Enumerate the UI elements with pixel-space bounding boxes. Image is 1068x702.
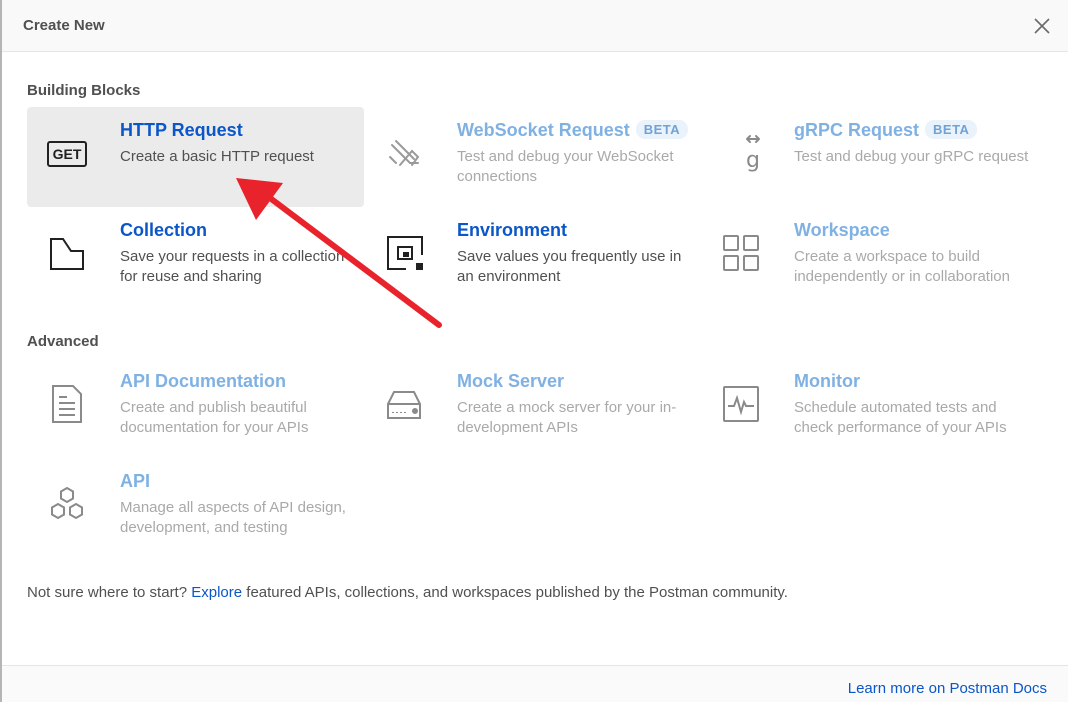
footer-suffix: featured APIs, collections, and workspac…: [242, 584, 788, 601]
tile-description: Manage all aspects of API design, develo…: [120, 499, 346, 536]
tile-title: HTTP Request: [120, 120, 243, 140]
tile-title: Monitor: [794, 371, 860, 391]
tile-mock-server[interactable]: Mock Server Create a mock server for you…: [364, 358, 701, 458]
dialog-footer: Learn more on Postman Docs: [2, 665, 1068, 702]
tile-description: Create and publish beautiful documentati…: [120, 399, 309, 436]
tile-monitor[interactable]: Monitor Schedule automated tests and che…: [701, 358, 1038, 458]
tile-grpc-request[interactable]: g gRPC Request BETA Test and debug your g…: [701, 107, 1038, 207]
footer-note: Not sure where to start? Explore feature…: [27, 584, 788, 601]
beta-badge: BETA: [635, 120, 689, 139]
tile-environment[interactable]: Environment Save values you frequently u…: [364, 207, 701, 307]
websocket-icon: [382, 131, 426, 175]
tile-title: API Documentation: [120, 371, 287, 391]
tile-title: API: [120, 471, 151, 491]
close-icon: [1034, 18, 1050, 34]
api-hexagons-icon: [45, 482, 89, 526]
workspace-icon: [719, 231, 763, 275]
document-icon: [45, 382, 89, 426]
environment-icon: [382, 231, 426, 275]
postman-docs-link[interactable]: Learn more on Postman Docs: [848, 680, 1047, 697]
dialog-header: Create New: [2, 0, 1068, 52]
section-building-blocks: Building Blocks: [27, 82, 141, 99]
collection-icon: [45, 231, 89, 275]
tile-api[interactable]: API Manage all aspects of API design, de…: [27, 458, 364, 558]
svg-text:g: g: [746, 148, 760, 173]
tile-description: Save values you frequently use in an env…: [457, 248, 682, 285]
explore-link[interactable]: Explore: [191, 584, 242, 601]
tile-collection[interactable]: Collection Save your requests in a colle…: [27, 207, 364, 307]
tile-description: Save your requests in a collection for r…: [120, 248, 345, 285]
svg-text:GET: GET: [53, 146, 82, 162]
tile-description: Create a mock server for your in-develop…: [457, 399, 677, 436]
tile-http-request[interactable]: GET HTTP Request Create a basic HTTP req…: [27, 107, 364, 207]
tile-title-text: gRPC Request: [794, 120, 920, 140]
tile-description: Test and debug your gRPC request: [794, 148, 1029, 165]
tile-description: Create a basic HTTP request: [120, 148, 314, 165]
tile-title: Mock Server: [457, 371, 565, 391]
server-icon: [382, 382, 426, 426]
tile-title: Environment: [457, 220, 568, 240]
monitor-icon: [719, 382, 763, 426]
tile-websocket-request[interactable]: WebSocket Request BETA Test and debug you…: [364, 107, 701, 207]
footer-prefix: Not sure where to start?: [27, 584, 192, 601]
tile-description: Test and debug your WebSocket connection…: [457, 148, 674, 185]
tile-description: Schedule automated tests and check perfo…: [794, 399, 1007, 436]
grpc-icon: g: [719, 131, 763, 175]
tile-title: gRPC Request BETA: [794, 120, 978, 141]
tile-title: WebSocket Request BETA: [457, 120, 689, 141]
tile-title-text: WebSocket Request: [457, 120, 630, 140]
tile-api-documentation[interactable]: API Documentation Create and publish bea…: [27, 358, 364, 458]
beta-badge: BETA: [925, 120, 978, 139]
tile-description: Create a workspace to build independentl…: [794, 248, 1010, 285]
dialog-title: Create New: [23, 17, 105, 34]
window-edge: [0, 0, 2, 702]
tile-title: Workspace: [794, 220, 890, 240]
section-advanced: Advanced: [27, 333, 99, 350]
tile-title: Collection: [120, 220, 208, 240]
get-icon: GET: [45, 131, 89, 175]
tile-workspace[interactable]: Workspace Create a workspace to build in…: [701, 207, 1038, 307]
close-button[interactable]: [1030, 14, 1054, 38]
